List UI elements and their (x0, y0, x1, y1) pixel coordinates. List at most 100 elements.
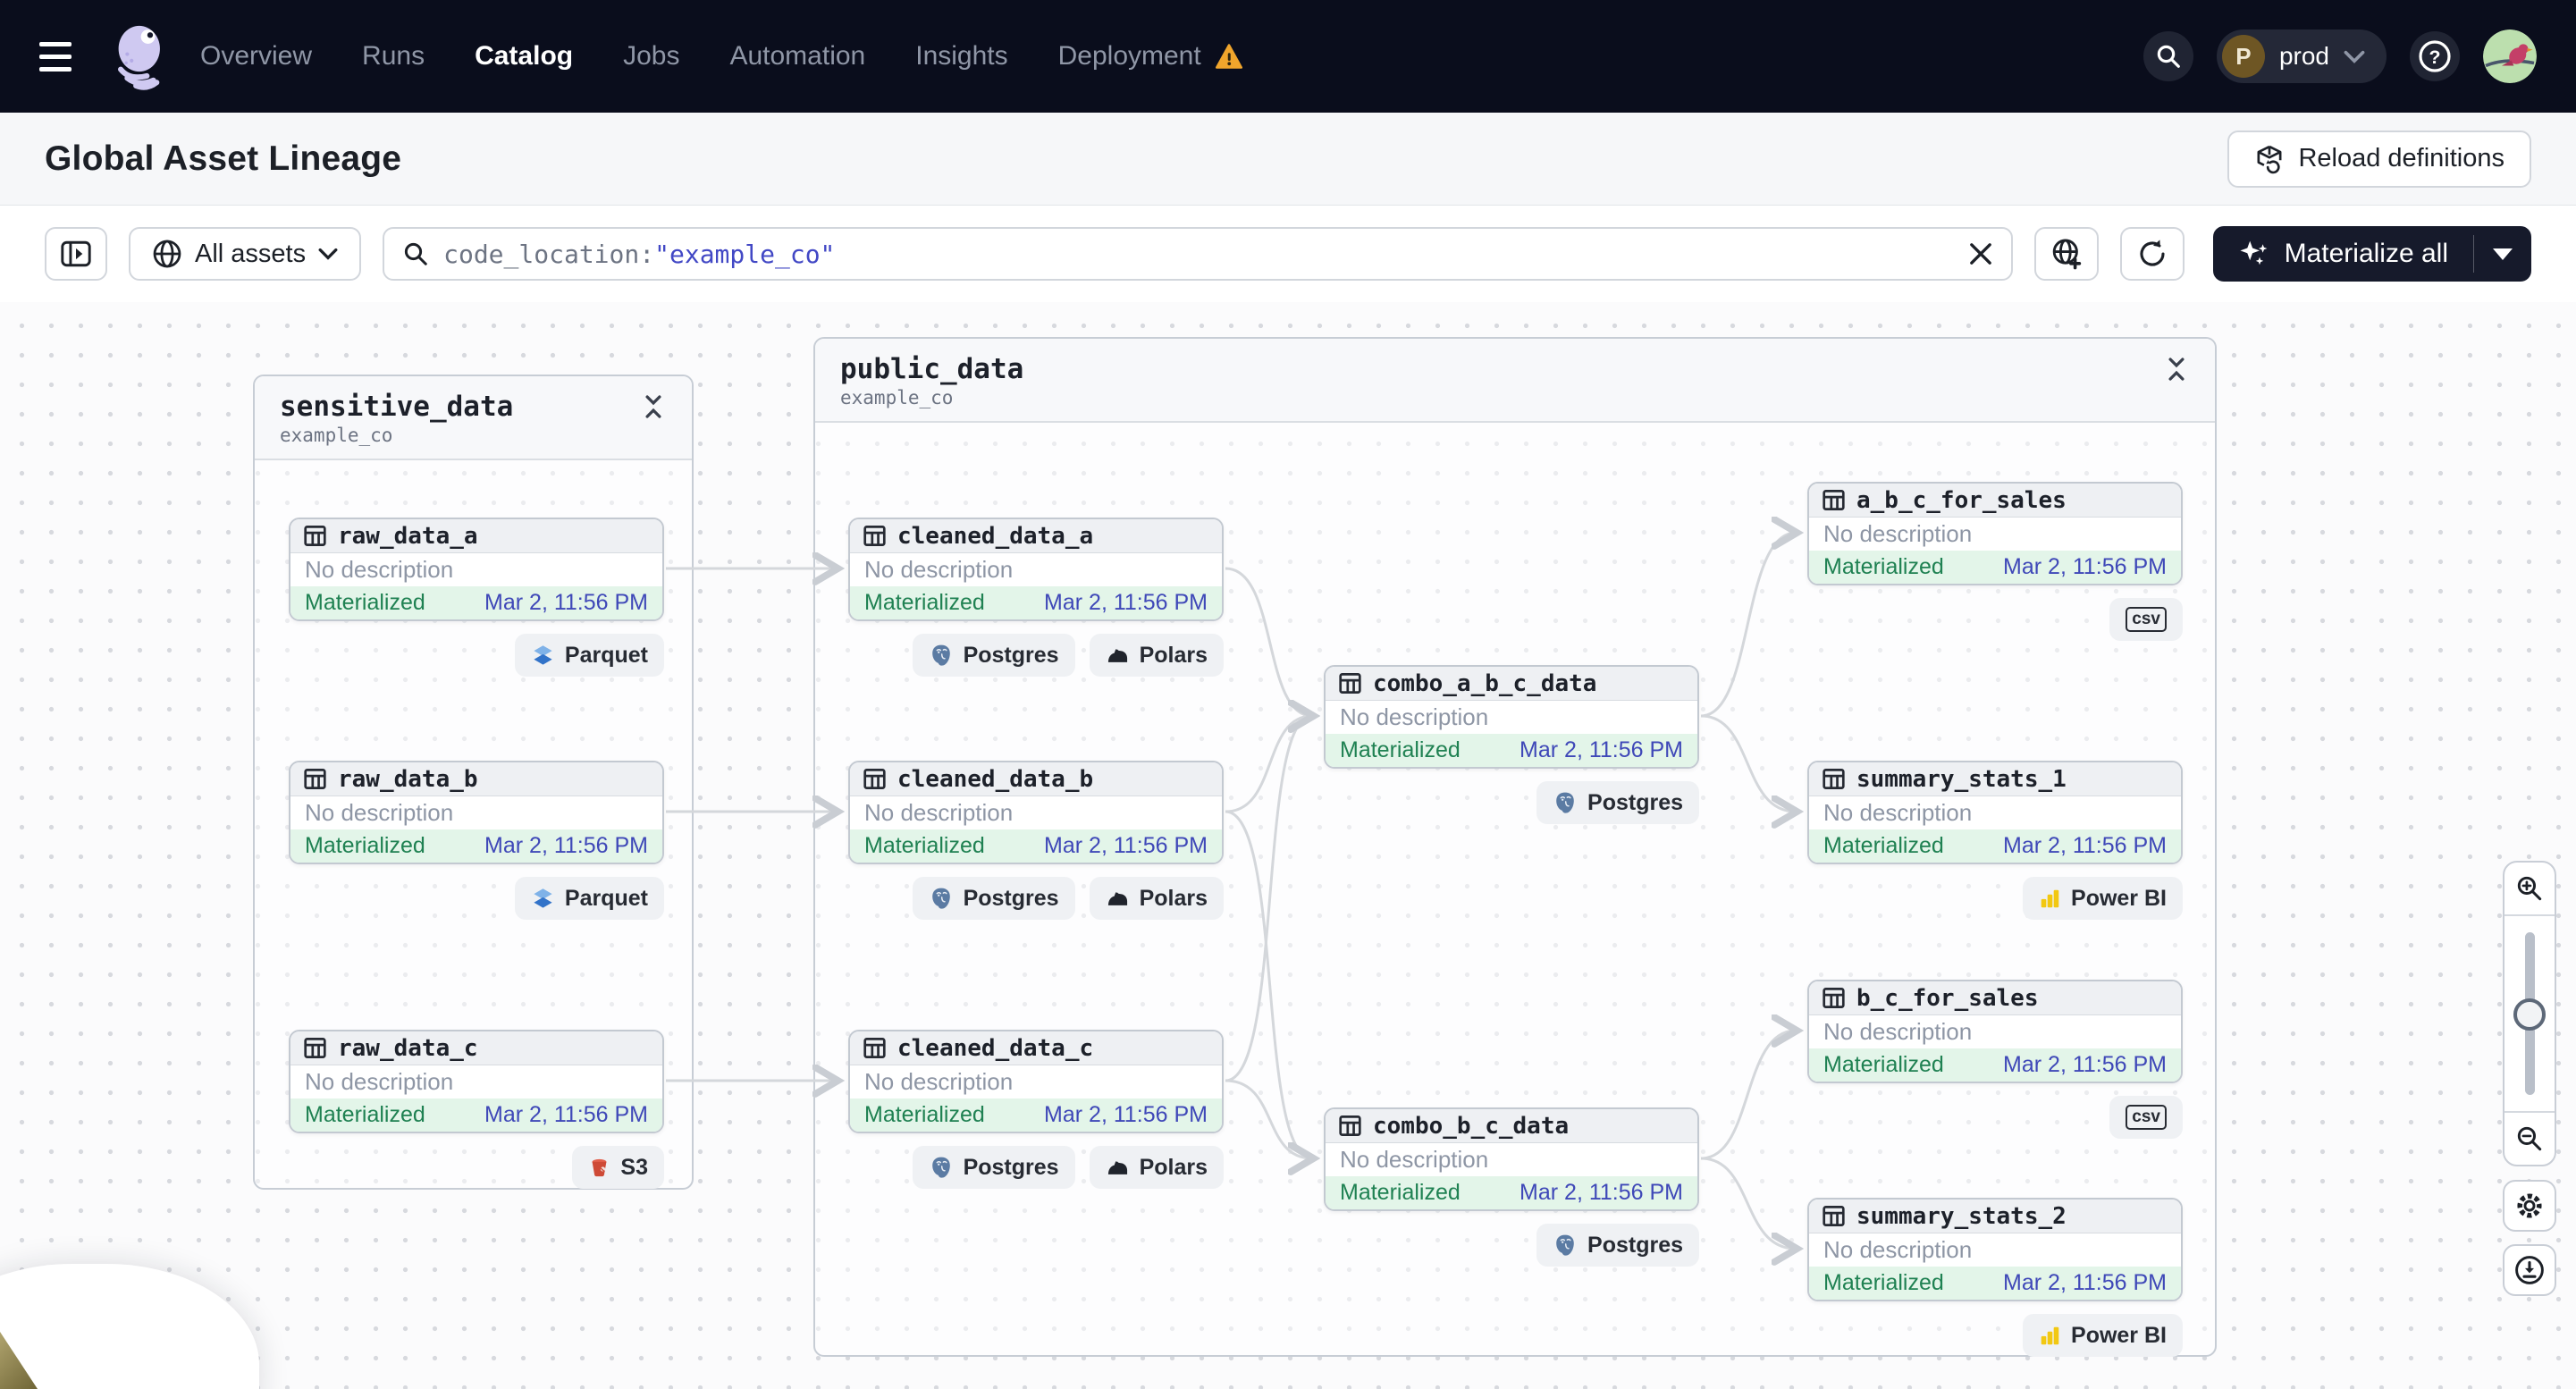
asset-name: raw_data_a (338, 522, 478, 550)
asset-tags: Parquet (289, 877, 664, 920)
asset-tag-postgres[interactable]: Postgres (912, 634, 1075, 677)
clear-search-icon[interactable] (1968, 241, 1993, 266)
asset-node-raw_data_c[interactable]: raw_data_c No description Materialized Mar … (289, 1030, 664, 1189)
asset-tags: Postgres (1324, 781, 1699, 824)
asset-card[interactable]: cleaned_data_b No description Materialized… (848, 761, 1224, 864)
asset-tag-polars[interactable]: Polars (1089, 877, 1224, 920)
dagster-logo-icon[interactable] (105, 19, 175, 94)
asset-node-summary_stats_1[interactable]: summary_stats_1 No description Materialize… (1807, 761, 2183, 920)
tag-label: Postgres (1587, 1232, 1683, 1258)
tag-label: Polars (1139, 642, 1208, 668)
globe-icon (152, 239, 182, 269)
asset-card-header: cleaned_data_b (850, 762, 1222, 796)
materialize-options-caret[interactable] (2474, 226, 2531, 282)
search-input[interactable]: code_location:"example_co" (383, 227, 2013, 281)
parquet-icon (531, 887, 555, 911)
asset-tag-csv[interactable]: csv (2109, 598, 2183, 641)
asset-tag-polars[interactable]: Polars (1089, 1146, 1224, 1189)
asset-tags: Postgres Polars (848, 1146, 1224, 1189)
asset-name: combo_a_b_c_data (1373, 669, 1597, 697)
asset-status: Materialized (1340, 737, 1461, 762)
asset-tags: Postgres Polars (848, 634, 1224, 677)
asset-node-raw_data_a[interactable]: raw_data_a No description Materialized Mar … (289, 518, 664, 677)
asset-card[interactable]: a_b_c_for_sales No description Materialize… (1807, 482, 2183, 585)
asset-scope-dropdown[interactable]: All assets (129, 227, 362, 281)
asset-card[interactable]: summary_stats_1 No description Materialize… (1807, 761, 2183, 864)
table-icon (1822, 488, 1846, 512)
help-icon[interactable]: ? (2410, 31, 2460, 81)
deployment-switcher[interactable]: P prod (2216, 29, 2387, 83)
asset-tag-power-bi[interactable]: Power BI (2023, 1314, 2183, 1357)
asset-node-summary_stats_2[interactable]: summary_stats_2 No description Materialize… (1807, 1198, 2183, 1357)
materialize-all-button[interactable]: Materialize all (2213, 226, 2473, 282)
asset-tag-postgres[interactable]: Postgres (912, 877, 1075, 920)
minimap-panel[interactable] (0, 1264, 259, 1389)
warning-icon (1215, 44, 1242, 69)
asset-node-raw_data_b[interactable]: raw_data_b No description Materialized Mar … (289, 761, 664, 920)
asset-card[interactable]: combo_a_b_c_data No description Materializ… (1324, 665, 1699, 769)
nav-item-jobs[interactable]: Jobs (623, 41, 679, 72)
nav-item-runs[interactable]: Runs (362, 41, 425, 72)
asset-card[interactable]: raw_data_a No description Materialized Mar … (289, 518, 664, 621)
nav-item-deployment[interactable]: Deployment (1058, 41, 1242, 72)
asset-card[interactable]: raw_data_b No description Materialized Mar … (289, 761, 664, 864)
asset-name: summary_stats_1 (1856, 765, 2067, 793)
asset-status: Materialized (1823, 554, 1944, 579)
asset-node-cleaned_data_c[interactable]: cleaned_data_c No description Materialized… (848, 1030, 1224, 1189)
user-avatar[interactable] (2483, 29, 2537, 83)
collapse-group-icon[interactable] (2163, 353, 2190, 385)
nav-item-insights[interactable]: Insights (915, 41, 1007, 72)
table-icon (1822, 986, 1846, 1010)
asset-node-b_c_for_sales[interactable]: b_c_for_sales No description Materialized M… (1807, 980, 2183, 1139)
lineage-canvas[interactable]: sensitive_data example_co public_data ex… (0, 302, 2576, 1389)
asset-card[interactable]: summary_stats_2 No description Materialize… (1807, 1198, 2183, 1301)
asset-card[interactable]: cleaned_data_c No description Materialized… (848, 1030, 1224, 1133)
zoom-slider[interactable] (2504, 916, 2555, 1111)
sidebar-toggle-icon[interactable] (45, 227, 107, 281)
asset-tag-s3[interactable]: S3 (572, 1146, 664, 1189)
tag-label: Parquet (564, 642, 648, 668)
nav-item-overview[interactable]: Overview (200, 41, 312, 72)
zoom-slider-thumb[interactable] (2513, 998, 2546, 1031)
asset-tag-polars[interactable]: Polars (1089, 634, 1224, 677)
asset-node-combo_a_b_c_data[interactable]: combo_a_b_c_data No description Materializ… (1324, 665, 1699, 824)
asset-description: No description (1326, 1143, 1697, 1176)
asset-node-cleaned_data_a[interactable]: cleaned_data_a No description Materialized… (848, 518, 1224, 677)
refresh-icon[interactable] (2119, 227, 2185, 281)
asset-tag-csv[interactable]: csv (2109, 1096, 2183, 1139)
asset-tag-postgres[interactable]: Postgres (1536, 1224, 1699, 1267)
asset-node-cleaned_data_b[interactable]: cleaned_data_b No description Materialized… (848, 761, 1224, 920)
caret-down-icon (2493, 248, 2513, 260)
asset-card[interactable]: raw_data_c No description Materialized Mar … (289, 1030, 664, 1133)
tag-label: Power BI (2071, 885, 2167, 911)
download-graph-icon[interactable] (2503, 1244, 2556, 1296)
asset-tag-postgres[interactable]: Postgres (912, 1146, 1075, 1189)
postgres-icon (929, 886, 954, 911)
search-icon[interactable] (2142, 31, 2193, 81)
asset-timestamp: Mar 2, 11:56 PM (1044, 1102, 1208, 1127)
nav-item-catalog[interactable]: Catalog (475, 41, 573, 72)
menu-icon[interactable] (39, 28, 97, 85)
asset-card[interactable]: cleaned_data_a No description Materialized… (848, 518, 1224, 621)
postgres-icon (1553, 790, 1578, 815)
nav-item-automation[interactable]: Automation (729, 41, 865, 72)
table-icon (303, 767, 327, 791)
reload-cube-icon (2254, 144, 2285, 174)
asset-node-a_b_c_for_sales[interactable]: a_b_c_for_sales No description Materialize… (1807, 482, 2183, 641)
asset-tag-parquet[interactable]: Parquet (514, 634, 664, 677)
asset-node-combo_b_c_data[interactable]: combo_b_c_data No description Materialized… (1324, 1107, 1699, 1267)
zoom-out-icon[interactable] (2504, 1113, 2555, 1165)
asset-status-row: Materialized Mar 2, 11:56 PM (850, 586, 1222, 619)
asset-tag-power-bi[interactable]: Power BI (2023, 877, 2183, 920)
asset-tag-parquet[interactable]: Parquet (514, 877, 664, 920)
asset-card[interactable]: combo_b_c_data No description Materialized… (1324, 1107, 1699, 1211)
asset-timestamp: Mar 2, 11:56 PM (2003, 1270, 2167, 1295)
collapse-group-icon[interactable] (640, 391, 667, 423)
globe-add-icon[interactable] (2033, 227, 2099, 281)
reload-definitions-button[interactable]: Reload definitions (2227, 130, 2531, 188)
group-title: public_data (840, 353, 1024, 385)
asset-card[interactable]: b_c_for_sales No description Materialized M… (1807, 980, 2183, 1083)
asset-tag-postgres[interactable]: Postgres (1536, 781, 1699, 824)
graph-settings-gear-icon[interactable] (2503, 1180, 2556, 1232)
zoom-in-icon[interactable] (2504, 863, 2555, 914)
